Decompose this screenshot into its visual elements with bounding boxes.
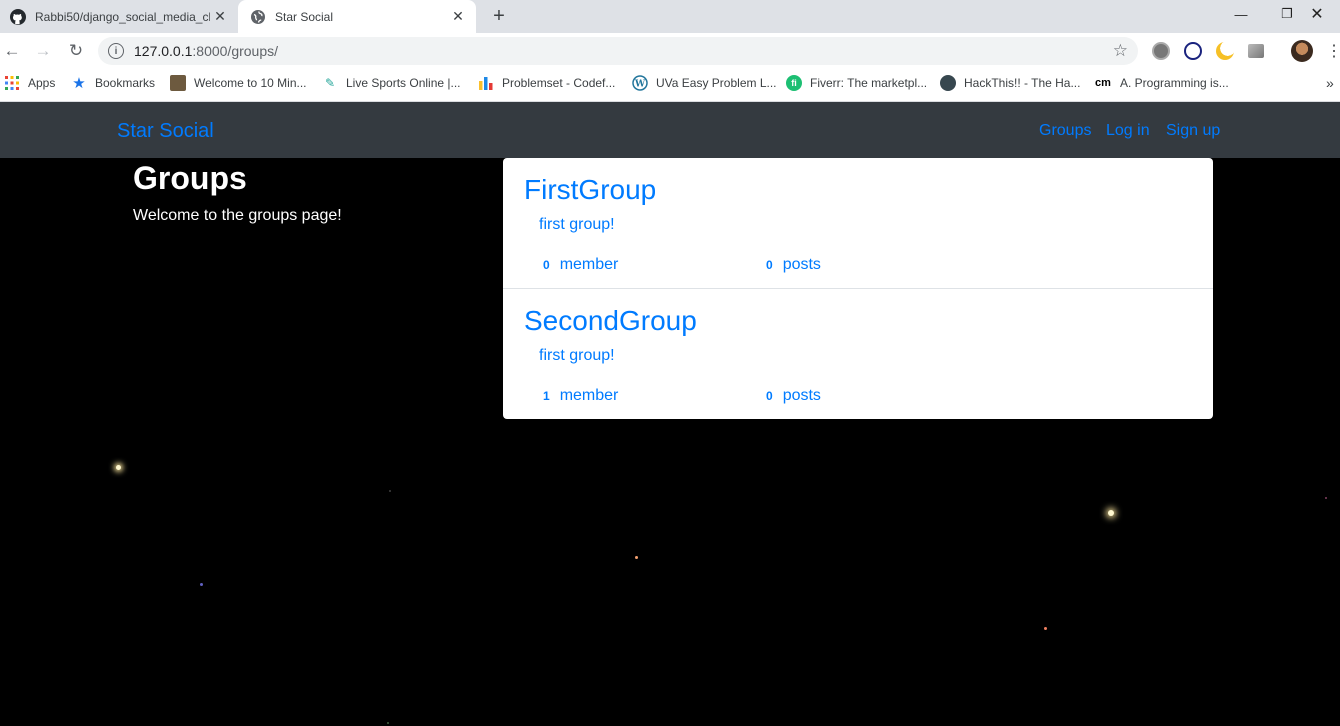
star-dot: [1108, 510, 1114, 516]
group-description: first group!: [539, 216, 615, 233]
star-icon: ★: [72, 75, 86, 92]
page-title: Groups: [133, 160, 247, 196]
star-dot: [1044, 627, 1047, 630]
group-item[interactable]: FirstGroup first group! 0 member 0 posts: [503, 158, 1213, 288]
bars-chart-icon: [478, 75, 494, 91]
browser-toolbar: ← → ↻ i 127.0.0.1:8000/groups/ ☆ ⋮: [0, 33, 1340, 69]
group-name-link[interactable]: SecondGroup: [524, 305, 697, 337]
member-count: 0 member: [543, 256, 619, 273]
extension-drive-icon[interactable]: [1248, 44, 1264, 58]
bookmark-programming[interactable]: cm A. Programming is...: [1094, 69, 1229, 97]
star-dot: [116, 465, 121, 470]
minimize-icon[interactable]: —: [1218, 0, 1264, 28]
bookmark-star-icon[interactable]: ☆: [1113, 41, 1128, 61]
new-tab-button[interactable]: +: [488, 5, 510, 27]
group-description: first group!: [539, 347, 615, 364]
wordpress-icon: W: [632, 75, 648, 91]
svg-text:W: W: [634, 80, 646, 90]
hackthis-icon: [940, 75, 956, 91]
bookmarks-bar: Apps ★ Bookmarks Welcome to 10 Min... ✎ …: [0, 69, 1340, 102]
close-tab-icon[interactable]: ✕: [450, 8, 466, 24]
tab-title: Rabbi50/django_social_media_cl: [35, 9, 210, 24]
globe-icon: [250, 9, 266, 25]
bookmark-live-sports[interactable]: ✎ Live Sports Online |...: [322, 69, 461, 97]
navbar-brand[interactable]: Star Social: [117, 120, 214, 143]
site-icon: [170, 75, 186, 91]
member-count: 1 member: [543, 387, 619, 404]
star-dot: [635, 556, 638, 559]
bookmark-fiverr[interactable]: fi Fiverr: The marketpl...: [786, 69, 927, 97]
nav-link-groups[interactable]: Groups: [1039, 122, 1091, 140]
reload-icon[interactable]: ↻: [64, 39, 88, 63]
bookmark-bookmarks[interactable]: ★ Bookmarks: [71, 69, 155, 97]
window-close-icon[interactable]: ✕: [1294, 0, 1340, 28]
bookmarks-overflow-icon[interactable]: »: [1326, 69, 1334, 97]
tab-title: Star Social: [275, 9, 334, 24]
star-dot: [387, 722, 389, 724]
close-tab-icon[interactable]: ✕: [212, 8, 228, 24]
apps-grid-icon: [4, 75, 20, 91]
cm-icon: cm: [1095, 77, 1111, 89]
tab-strip: Rabbi50/django_social_media_cl ✕ Star So…: [0, 0, 1340, 33]
info-icon[interactable]: i: [108, 43, 124, 59]
star-dot: [389, 490, 391, 492]
avatar[interactable]: [1291, 40, 1313, 62]
url-text: 127.0.0.1:8000/groups/: [134, 43, 279, 59]
menu-kebab-icon[interactable]: ⋮: [1322, 39, 1340, 63]
forward-arrow-icon[interactable]: →: [31, 39, 55, 63]
post-count: 0 posts: [766, 256, 821, 273]
tab-github[interactable]: Rabbi50/django_social_media_cl ✕: [0, 0, 238, 33]
back-arrow-icon[interactable]: ←: [0, 39, 24, 63]
pin-icon: ✎: [324, 76, 336, 90]
address-bar[interactable]: i 127.0.0.1:8000/groups/ ☆: [98, 37, 1138, 65]
tab-star-social[interactable]: Star Social ✕: [238, 0, 476, 33]
group-list: FirstGroup first group! 0 member 0 posts…: [503, 158, 1213, 419]
star-dot: [1325, 497, 1327, 499]
group-name-link[interactable]: FirstGroup: [524, 174, 656, 206]
site-navbar: Star Social Groups Log in Sign up: [0, 102, 1340, 158]
nav-link-login[interactable]: Log in: [1106, 122, 1150, 140]
bookmark-apps[interactable]: Apps: [4, 69, 55, 97]
fiverr-icon: fi: [786, 75, 802, 91]
group-item[interactable]: SecondGroup first group! 1 member 0 post…: [503, 288, 1213, 418]
bookmark-uva[interactable]: W UVa Easy Problem L...: [632, 69, 777, 97]
post-count: 0 posts: [766, 387, 821, 404]
github-icon: [10, 8, 26, 25]
extension-moon-icon[interactable]: [1216, 42, 1234, 60]
bookmark-10min[interactable]: Welcome to 10 Min...: [170, 69, 307, 97]
bookmark-hackthis[interactable]: HackThis!! - The Ha...: [940, 69, 1080, 97]
bookmark-codeforces[interactable]: Problemset - Codef...: [478, 69, 615, 97]
nav-link-signup[interactable]: Sign up: [1166, 122, 1220, 140]
extension-block-icon[interactable]: [1184, 42, 1202, 60]
page-subtitle: Welcome to the groups page!: [133, 207, 342, 224]
star-dot: [200, 583, 203, 586]
extension-film-icon[interactable]: [1152, 42, 1170, 60]
